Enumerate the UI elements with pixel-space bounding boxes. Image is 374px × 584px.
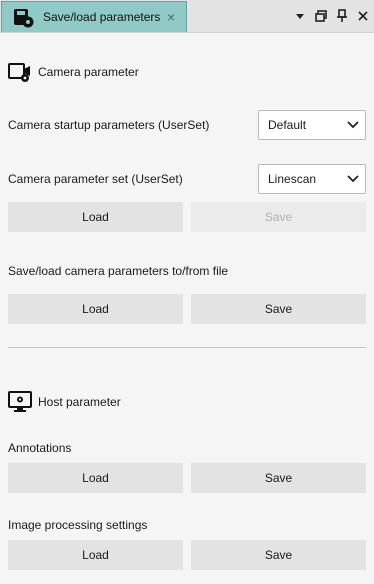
camera-file-label: Save/load camera parameters to/from file [8, 264, 229, 278]
camera-startup-select[interactable]: Default [258, 110, 366, 140]
camera-set-label: Camera parameter set (UserSet) [8, 172, 183, 186]
camera-startup-value: Default [268, 118, 307, 132]
annotations-save-button[interactable]: Save [191, 463, 366, 493]
camera-set-value: Linescan [268, 172, 317, 186]
camera-set-save-button[interactable]: Save [191, 202, 366, 232]
host-parameter-heading: Host parameter [38, 395, 121, 409]
image-processing-save-button[interactable]: Save [191, 540, 366, 570]
image-processing-load-button[interactable]: Load [8, 540, 183, 570]
tab-title: Save/load parameters [43, 10, 161, 24]
tab-save-load-parameters[interactable]: Save/load parameters × [1, 1, 187, 32]
annotations-label: Annotations [8, 441, 72, 455]
annotations-load-button[interactable]: Load [8, 463, 183, 493]
camera-settings-icon [8, 63, 30, 82]
dropdown-arrow-icon[interactable] [292, 8, 308, 24]
section-divider [8, 347, 366, 348]
restore-window-icon[interactable] [313, 8, 329, 24]
camera-set-load-button[interactable]: Load [8, 202, 183, 232]
image-processing-label: Image processing settings [8, 518, 148, 532]
close-icon[interactable] [355, 8, 371, 24]
pin-icon[interactable] [334, 8, 350, 24]
chevron-down-icon [347, 175, 359, 183]
camera-file-save-button[interactable]: Save [191, 294, 366, 324]
camera-startup-label: Camera startup parameters (UserSet) [8, 118, 210, 132]
camera-parameter-heading: Camera parameter [38, 65, 139, 79]
camera-file-load-button[interactable]: Load [8, 294, 183, 324]
panel-titlebar: Save/load parameters × [0, 0, 374, 33]
tab-close-icon[interactable]: × [167, 8, 175, 26]
monitor-settings-icon [8, 391, 32, 412]
chevron-down-icon [347, 121, 359, 129]
camera-set-select[interactable]: Linescan [258, 164, 366, 194]
camera-save-icon [14, 9, 34, 28]
